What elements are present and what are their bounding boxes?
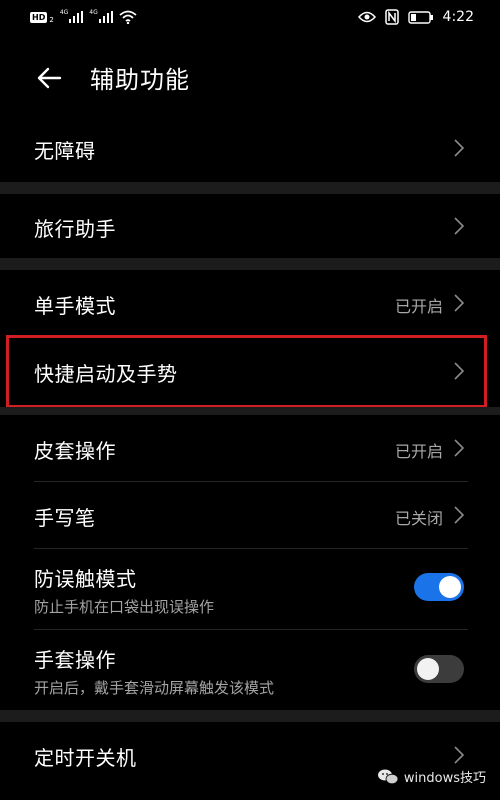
list-item-travel-assistant[interactable]: 旅行助手 <box>0 194 500 258</box>
hd-badge: HD <box>30 11 48 23</box>
status-value: 已开启 <box>394 297 443 316</box>
status-value: 已关闭 <box>394 509 443 528</box>
watermark: windows技巧 <box>377 767 486 786</box>
status-bar-left: HD 2 4G 4G <box>30 8 137 24</box>
list-item-label: 防误触模式 <box>34 567 137 591</box>
status-bar: HD 2 4G 4G 4:22 <box>0 0 500 34</box>
list-item-glove-mode[interactable]: 手套操作 开启后，戴手套滑动屏幕触发该模式 <box>0 630 500 710</box>
list-item-label: 手写笔 <box>34 506 96 530</box>
nfc-icon <box>384 9 399 25</box>
list-item-description: 开启后，戴手套滑动屏幕触发该模式 <box>34 679 275 697</box>
page-title: 辅助功能 <box>90 66 190 94</box>
network-type-label: 4G <box>59 8 69 16</box>
hd-sub-label: 2 <box>49 16 54 24</box>
list-item-label: 单手模式 <box>34 294 116 318</box>
highlight-annotation-box <box>6 335 487 408</box>
wechat-icon <box>377 769 399 784</box>
chevron-right-icon <box>454 746 464 764</box>
section-divider <box>0 407 500 415</box>
watermark-text: windows技巧 <box>403 771 486 786</box>
section-divider <box>0 182 500 194</box>
chevron-right-icon <box>454 139 464 157</box>
battery-icon <box>407 10 433 24</box>
list-item-label: 定时开关机 <box>34 746 137 770</box>
list-item-label: 皮套操作 <box>34 439 116 463</box>
list-item-cover-operation[interactable]: 皮套操作 已开启 <box>0 415 500 481</box>
back-arrow-icon[interactable] <box>32 61 66 95</box>
toggle-knob <box>417 658 439 680</box>
wifi-icon <box>119 10 137 24</box>
list-item-pocket-mode[interactable]: 防误触模式 防止手机在口袋出现误操作 <box>0 549 500 629</box>
glove-mode-toggle[interactable] <box>414 655 464 683</box>
status-value: 已开启 <box>394 442 443 461</box>
eye-icon <box>357 11 376 23</box>
page-header: 辅助功能 <box>0 52 500 102</box>
chevron-right-icon <box>454 217 464 235</box>
clock-time: 4:22 <box>442 9 474 25</box>
list-item-label: 手套操作 <box>34 648 116 672</box>
list-item-label: 旅行助手 <box>34 217 116 241</box>
list-item-one-hand-mode[interactable]: 单手模式 已开启 <box>0 270 500 336</box>
list-item-description: 防止手机在口袋出现误操作 <box>34 598 215 616</box>
chevron-right-icon <box>454 439 464 457</box>
toggle-knob <box>439 576 461 598</box>
signal-icon <box>98 11 113 23</box>
list-item-accessibility[interactable]: 无障碍 <box>0 112 500 182</box>
list-item-scheduled-power[interactable]: 定时开关机 <box>0 722 500 800</box>
chevron-right-icon <box>454 294 464 312</box>
list-item-label: 无障碍 <box>34 139 96 163</box>
list-item-stylus[interactable]: 手写笔 已关闭 <box>0 482 500 548</box>
chevron-right-icon <box>454 506 464 524</box>
pocket-mode-toggle[interactable] <box>414 573 464 601</box>
network-type-label: 4G <box>89 8 98 16</box>
section-divider <box>0 258 500 270</box>
signal-icon <box>69 11 84 23</box>
section-divider <box>0 710 500 722</box>
status-bar-right: 4:22 <box>357 9 474 25</box>
